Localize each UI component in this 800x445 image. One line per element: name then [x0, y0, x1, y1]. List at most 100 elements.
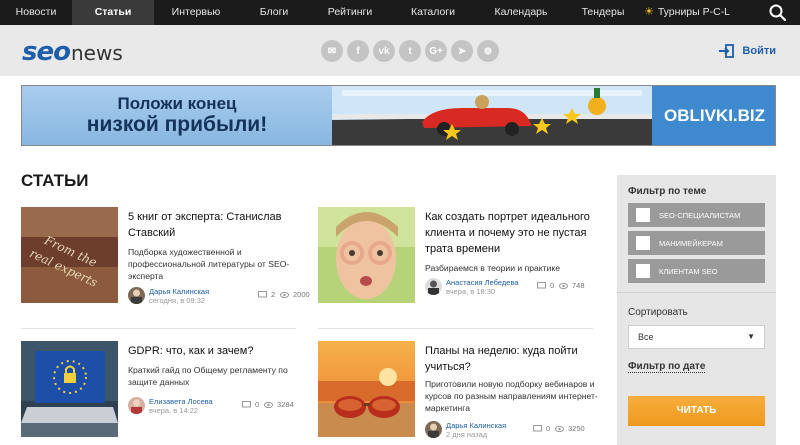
divider [21, 328, 296, 329]
avatar[interactable] [425, 421, 442, 438]
banner-brand: OBLIVKI.BIZ [652, 86, 775, 145]
views-count: 2000 [280, 290, 310, 299]
logo-seo: seo [22, 37, 71, 67]
nav-item-blogs[interactable]: Блоги [238, 0, 310, 25]
checkbox-box [636, 264, 650, 278]
login-label: Войти [742, 45, 776, 57]
site-logo[interactable]: seo news [22, 37, 123, 67]
article-image-books[interactable]: From the real experts [21, 207, 118, 303]
article-card: Планы на неделю: куда пойти учиться? При… [318, 341, 600, 439]
author-name[interactable]: Дарья Калинская [149, 287, 209, 296]
views-count: 748 [559, 281, 585, 290]
comments-count: 0 [533, 424, 550, 433]
views-value: 3250 [568, 424, 585, 433]
banner-line-1: Положи конец [117, 94, 237, 113]
nav-item-catalogs[interactable]: Каталоги [390, 0, 476, 25]
article-meta: Анастасия Лебедева вчера, в 18:30 0 748 [425, 278, 605, 300]
checkbox-box [636, 208, 650, 222]
article-image-sunglasses[interactable] [318, 341, 415, 437]
banner-text: Положи конец низкой прибыли! [22, 86, 332, 145]
publish-date: 2 дня назад [446, 430, 488, 439]
site-header: seo news ✉ f vk t G+ ➤ ⊚ Войти [0, 25, 800, 76]
nav-item-articles[interactable]: Статьи [72, 0, 154, 25]
checkbox-label: КЛИЕНТАМ SEO [659, 266, 718, 276]
page-title: СТАТЬИ [21, 171, 89, 190]
twitter-icon[interactable]: t [399, 40, 421, 62]
banner-illustration [332, 86, 652, 145]
checkbox-label: МАНИМЕЙКЕРАМ [659, 238, 723, 248]
views-value: 3284 [277, 400, 294, 409]
eye-icon [280, 291, 289, 298]
comment-icon [242, 400, 251, 407]
topic-checkbox-seo-specialists[interactable]: SEO-СПЕЦИАЛИСТАМ [628, 203, 765, 227]
eye-icon [555, 425, 564, 432]
divider [318, 328, 593, 329]
comments-value: 0 [255, 400, 260, 409]
topic-checkbox-moneymakers[interactable]: МАНИМЕЙКЕРАМ [628, 231, 765, 255]
rss-icon[interactable]: ⊚ [477, 40, 499, 62]
article-title[interactable]: Как создать портрет идеального клиента и… [425, 209, 600, 257]
date-filter-link[interactable]: Фильтр по дате [628, 361, 706, 373]
nav-item-ratings[interactable]: Рейтинги [310, 0, 390, 25]
article-lead: Приготовили новую подборку вебинаров и к… [425, 379, 598, 413]
avatar[interactable] [128, 397, 145, 414]
views-count: 3284 [264, 400, 294, 409]
eye-icon [559, 282, 568, 289]
nav-item-tournaments[interactable]: ☀ Турниры P-C-L [640, 0, 734, 25]
sort-select[interactable]: Все ▼ [628, 325, 765, 349]
vk-icon[interactable]: vk [373, 40, 395, 62]
article-title[interactable]: 5 книг от эксперта: Станислав Ставский [128, 209, 303, 241]
comment-icon [258, 290, 267, 297]
comments-value: 0 [550, 281, 555, 290]
author-name[interactable]: Анастасия Лебедева [446, 278, 519, 287]
mail-icon[interactable]: ✉ [321, 40, 343, 62]
article-meta: Дарья Калинская сегодня, в 09:32 2 2000 [128, 287, 310, 309]
article-card: GDPR: что, как и зачем? Краткий гайд по … [21, 341, 301, 437]
article-card: Как создать портрет идеального клиента и… [318, 207, 600, 329]
author-name[interactable]: Дарья Калинская [446, 421, 506, 430]
views-count: 3250 [555, 424, 585, 433]
article-lead: Разбираемся в теории и практике [425, 263, 561, 273]
article-meta: Дарья Калинская 2 дня назад 0 3250 [425, 421, 605, 443]
search-icon[interactable] [768, 3, 788, 23]
avatar[interactable] [425, 278, 442, 295]
comments-value: 2 [271, 290, 276, 299]
login-icon [719, 44, 735, 58]
avatar[interactable] [128, 287, 145, 304]
article-title[interactable]: Планы на неделю: куда пойти учиться? [425, 343, 600, 375]
sort-heading: Сортировать [628, 307, 688, 318]
article-lead: Краткий гайд по Общему регламенту по защ… [128, 365, 288, 387]
topic-checkbox-seo-clients[interactable]: КЛИЕНТАМ SEO [628, 259, 765, 283]
ad-banner[interactable]: Положи конец низкой прибыли! OBLIVKI.BIZ [21, 85, 776, 146]
login-button[interactable]: Войти [718, 44, 776, 58]
publish-date: вчера, в 14:22 [149, 406, 199, 415]
read-button[interactable]: ЧИТАТЬ [628, 396, 765, 426]
topic-filter-heading: Фильтр по теме [628, 186, 707, 197]
comment-icon [537, 281, 546, 288]
nav-item-interviews[interactable]: Интервью [154, 0, 238, 25]
article-image-woman[interactable] [318, 207, 415, 303]
googleplus-icon[interactable]: G+ [425, 40, 447, 62]
comments-count: 0 [537, 281, 554, 290]
author-name[interactable]: Елизавета Лосева [149, 397, 213, 406]
caret-down-icon: ▼ [747, 332, 755, 341]
nav-item-tenders[interactable]: Тендеры [566, 0, 640, 25]
views-value: 2000 [293, 290, 310, 299]
publish-date: вчера, в 18:30 [446, 287, 496, 296]
nav-item-tournaments-label: Турниры P-C-L [657, 6, 731, 18]
comment-icon [533, 424, 542, 431]
sun-icon: ☀ [643, 6, 654, 18]
checkbox-label: SEO-СПЕЦИАЛИСТАМ [659, 210, 741, 220]
comments-value: 0 [546, 424, 551, 433]
top-navigation: Новости Статьи Интервью Блоги Рейтинги К… [0, 0, 800, 25]
logo-news: news [70, 41, 123, 65]
telegram-icon[interactable]: ➤ [451, 40, 473, 62]
article-lead: Подборка художественной и профессиональн… [128, 247, 290, 281]
nav-item-calendar[interactable]: Календарь [476, 0, 566, 25]
nav-item-news[interactable]: Новости [0, 0, 72, 25]
article-title[interactable]: GDPR: что, как и зачем? [128, 343, 303, 359]
facebook-icon[interactable]: f [347, 40, 369, 62]
publish-date: сегодня, в 09:32 [149, 296, 206, 305]
sort-value: Все [638, 332, 654, 342]
article-image-laptop[interactable] [21, 341, 118, 437]
